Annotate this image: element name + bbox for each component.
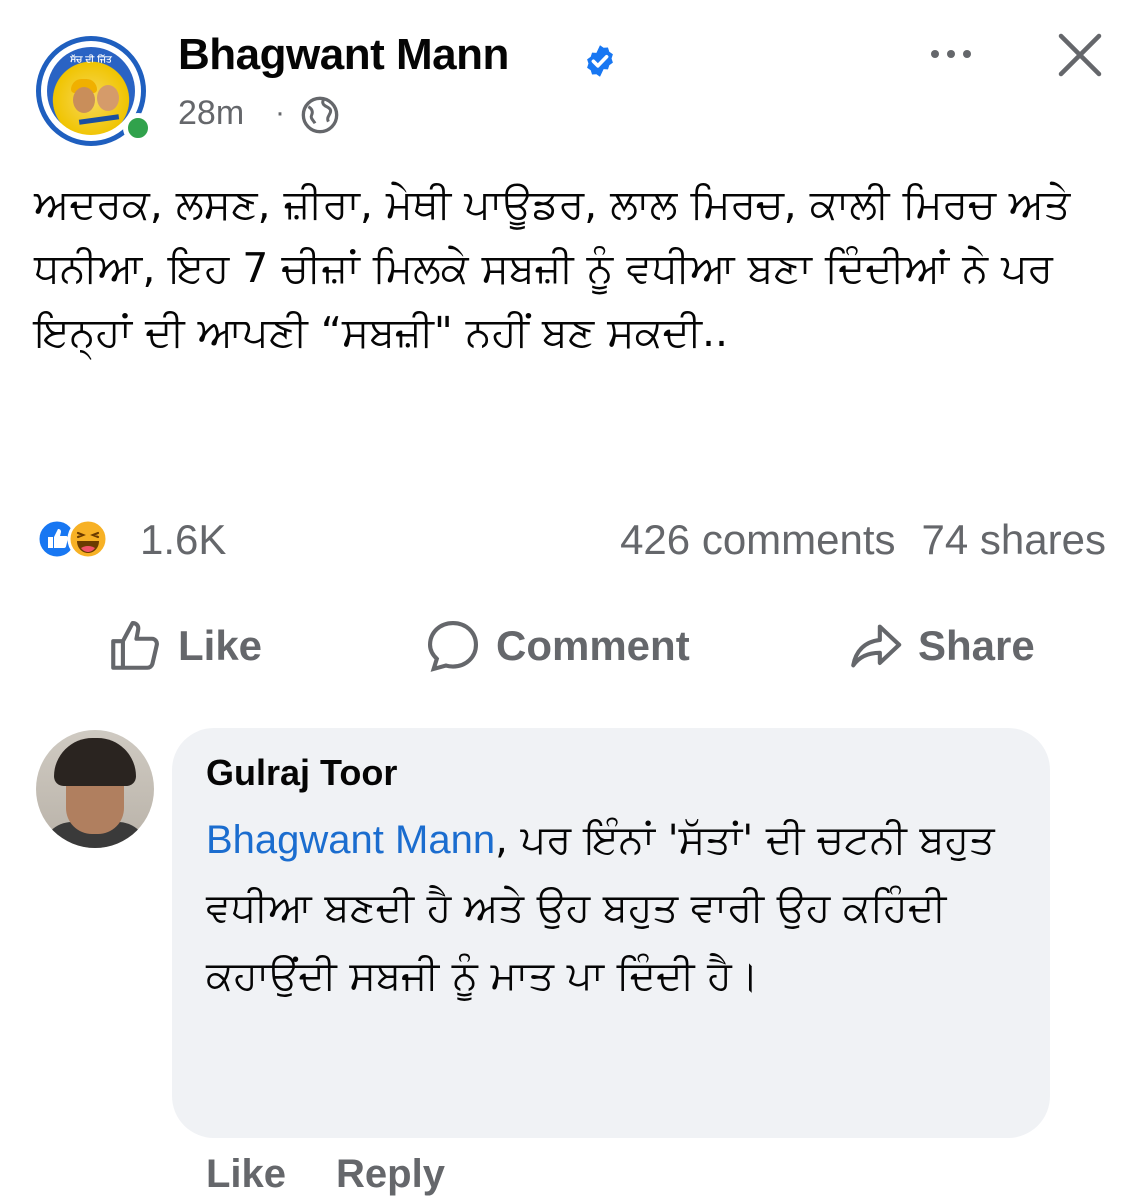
- like-button-label: Like: [178, 622, 263, 669]
- comment-reply-button[interactable]: Reply: [336, 1152, 445, 1196]
- share-button-label: Share: [918, 622, 1035, 669]
- avatar-hair: [54, 738, 136, 786]
- post-author-name[interactable]: Bhagwant Mann: [178, 30, 509, 80]
- comment-button-label: Comment: [496, 622, 690, 669]
- avatar-image: ਸੱਚ ਦੀ ਜਿੱਤ: [47, 47, 135, 135]
- verified-badge-icon: [587, 45, 613, 77]
- shares-count[interactable]: 74 shares: [922, 516, 1106, 563]
- comment-bubble-icon: [427, 620, 479, 672]
- thumbs-up-icon: [111, 620, 159, 670]
- post-timestamp[interactable]: 28m: [178, 94, 244, 133]
- commenter-name[interactable]: Gulraj Toor: [206, 752, 397, 794]
- like-button[interactable]: Like: [106, 618, 262, 674]
- avatar-figure-left: [73, 87, 95, 113]
- globe-icon: [301, 96, 339, 134]
- comments-count[interactable]: 426 comments: [620, 516, 895, 563]
- online-status-indicator: [123, 113, 153, 143]
- close-icon[interactable]: [1055, 30, 1105, 80]
- share-button[interactable]: Share: [846, 618, 1035, 674]
- more-options-icon[interactable]: [925, 34, 977, 74]
- separator-dot: ·: [275, 96, 285, 129]
- avatar-banner-text: ਸੱਚ ਦੀ ਜਿੱਤ: [70, 55, 112, 65]
- share-arrow-icon: [851, 624, 902, 668]
- comment-button[interactable]: Comment: [424, 618, 690, 674]
- haha-reaction-icon: [67, 518, 109, 560]
- avatar-figure-right: [97, 85, 119, 111]
- post-text: ਅਦਰਕ, ਲਸਣ, ਜ਼ੀਰਾ, ਮੇਥੀ ਪਾਊਡਰ, ਲਾਲ ਮਿਰਚ, …: [34, 180, 1071, 356]
- reaction-icons[interactable]: [36, 518, 110, 560]
- broom-logo-icon: [78, 114, 120, 125]
- reaction-count[interactable]: 1.6K: [140, 516, 226, 564]
- comment-actions: Like Reply: [206, 1152, 445, 1197]
- post-stats: 426 comments 74 shares: [620, 516, 1106, 564]
- comment-mention-link[interactable]: Bhagwant Mann: [206, 818, 495, 862]
- commenter-avatar[interactable]: [36, 730, 154, 848]
- comment-text: Bhagwant Mann, ਪਰ ਇੰਨਾਂ 'ਸੱਤਾਂ' ਦੀ ਚਟਨੀ …: [206, 806, 1026, 1010]
- comment-like-button[interactable]: Like: [206, 1152, 286, 1196]
